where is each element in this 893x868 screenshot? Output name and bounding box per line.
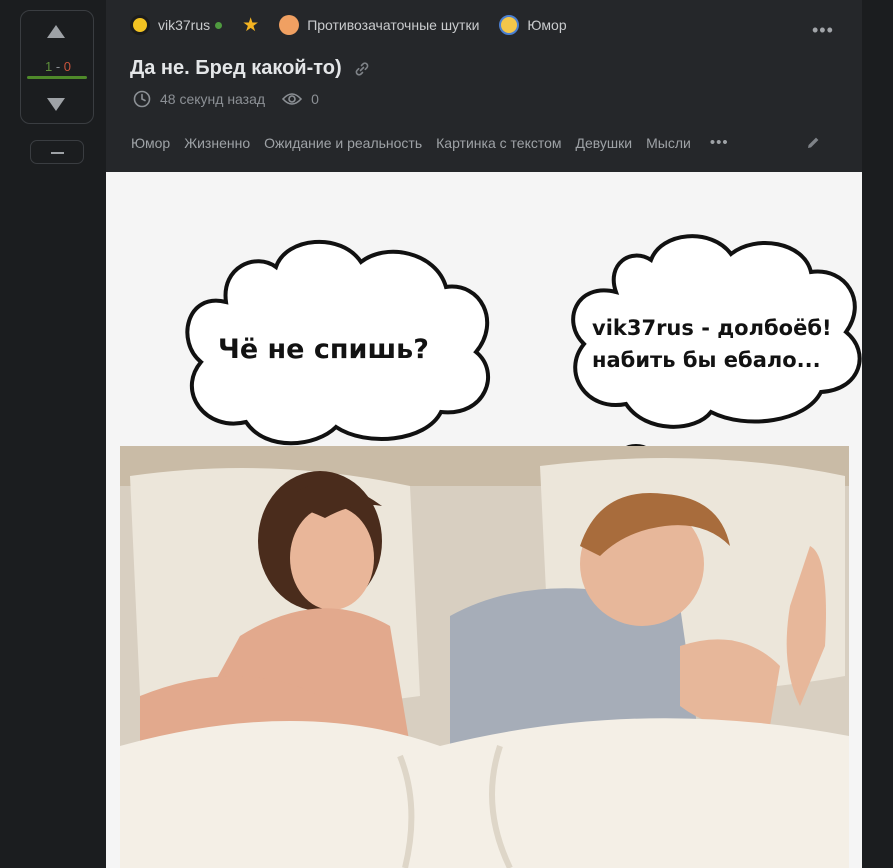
vote-score: 1 - 0 — [21, 59, 95, 74]
tag-link[interactable]: Жизненно — [184, 135, 250, 151]
title-row: Да не. Бред какой-то) — [130, 57, 370, 80]
meme-text-right-line2: набить бы ебало... — [592, 348, 821, 372]
category-name: Юмор — [527, 17, 567, 33]
more-dots-icon[interactable]: ••• — [812, 20, 834, 41]
online-indicator — [215, 21, 223, 29]
views-count: 0 — [311, 91, 319, 107]
post-image: Чё не спишь? vik37rus - долбоёб! набить … — [106, 172, 862, 868]
eye-icon — [282, 93, 303, 105]
meme-text-right: vik37rus - долбоёб! набить бы ебало... — [592, 312, 832, 376]
author-avatar — [130, 15, 150, 35]
category-avatar — [499, 15, 520, 35]
pencil-icon[interactable] — [805, 135, 821, 151]
star-icon[interactable]: ★ — [242, 14, 259, 37]
tags-row: Юмор Жизненно Ожидание и реальность Карт… — [131, 134, 729, 151]
author-name: vik37rus — [158, 17, 211, 33]
meme-text-right-line1: vik37rus - долбоёб! — [592, 316, 832, 340]
tag-link[interactable]: Юмор — [131, 135, 170, 151]
community-name: Противозачаточные шутки — [307, 17, 480, 33]
author-link[interactable]: vik37rus — [130, 15, 223, 35]
community-link[interactable]: Противозачаточные шутки — [279, 15, 479, 35]
vote-box: 1 - 0 — [20, 10, 94, 124]
post-time: 48 секунд назад — [160, 91, 266, 107]
post-header: vik37rus ★ Противозачаточные шутки Юмор — [130, 13, 587, 37]
blanket — [120, 718, 849, 868]
views-counter: 0 — [282, 91, 319, 107]
vote-ratio-fill — [27, 76, 87, 79]
tag-link[interactable]: Картинка с текстом — [436, 135, 561, 151]
vote-separator: - — [52, 59, 64, 74]
more-tags-icon[interactable]: ••• — [710, 134, 729, 151]
community-avatar — [279, 15, 300, 35]
post-meta: 48 секунд назад 0 — [133, 90, 319, 108]
collapse-button[interactable] — [30, 140, 84, 164]
vote-down-icon[interactable] — [47, 98, 65, 111]
vote-ratio-bar — [27, 76, 87, 79]
post-title[interactable]: Да не. Бред какой-то) — [130, 57, 342, 80]
tag-link[interactable]: Девушки — [576, 135, 633, 151]
link-icon[interactable] — [354, 61, 370, 77]
vote-column: 1 - 0 — [20, 10, 94, 164]
tag-link[interactable]: Ожидание и реальность — [264, 135, 422, 151]
vote-up-icon[interactable] — [47, 25, 65, 38]
vote-minus-count: 0 — [63, 59, 72, 74]
tag-link[interactable]: Мысли — [646, 135, 691, 151]
minus-icon — [51, 152, 64, 154]
category-link[interactable]: Юмор — [499, 15, 567, 35]
clock-icon — [133, 90, 151, 108]
bed-photo — [120, 446, 849, 868]
meme-text-left: Чё не спишь? — [218, 334, 429, 365]
